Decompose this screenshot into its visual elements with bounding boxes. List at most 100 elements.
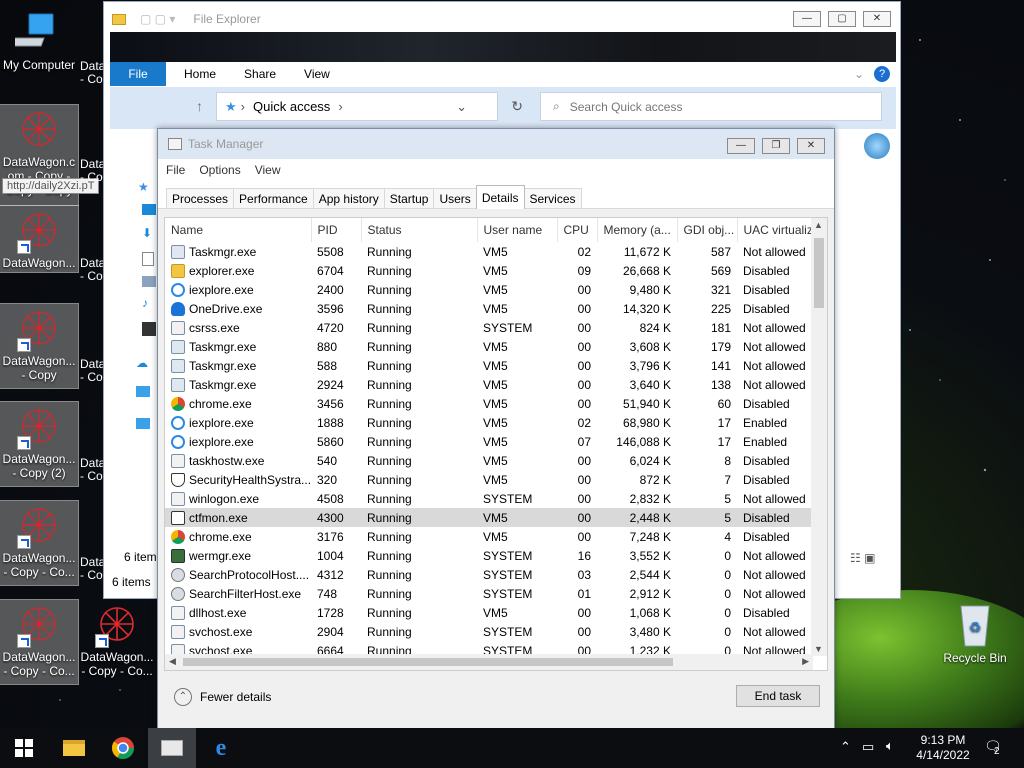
taskbar-file-explorer[interactable] xyxy=(50,728,98,768)
tab-services[interactable]: Services xyxy=(523,188,582,208)
table-row[interactable]: OneDrive.exe 3596 Running VM5 00 14,320 K 225 D… xyxy=(165,299,813,318)
table-row[interactable]: Taskmgr.exe 5508 Running VM5 02 11,672 K 587 No… xyxy=(165,242,813,261)
tab-startup[interactable]: Startup xyxy=(383,188,435,208)
table-row[interactable]: iexplore.exe 5860 Running VM5 07 146,088 K 17 E… xyxy=(165,432,813,451)
desktop-folder-icon[interactable] xyxy=(142,204,156,215)
tab-processes[interactable]: Processes xyxy=(166,188,235,208)
vertical-scrollbar[interactable]: ▲ ▼ xyxy=(811,218,827,656)
fewer-details-toggle[interactable]: ⌃ Fewer details xyxy=(174,688,271,706)
menu-options[interactable]: Options xyxy=(199,163,240,177)
desktop-icon-datawagon-copy-co-3[interactable]: DataWagon... - Copy - Co... xyxy=(78,600,156,684)
scroll-down-icon[interactable]: ▼ xyxy=(814,644,823,654)
menu-view[interactable]: View xyxy=(255,163,281,177)
table-row[interactable]: Taskmgr.exe 2924 Running VM5 00 3,640 K 138 Not… xyxy=(165,375,813,394)
tab-users[interactable]: Users xyxy=(433,188,477,208)
column-header-status[interactable]: Status xyxy=(361,218,478,242)
taskbar-internet-explorer[interactable]: e xyxy=(197,728,245,768)
search-quick-access-input[interactable]: ⌕ Search Quick access xyxy=(540,92,882,121)
ribbon-expand-chevron-icon[interactable]: ⌄ xyxy=(854,67,864,81)
taskbar-chrome[interactable] xyxy=(99,728,147,768)
table-row[interactable]: winlogon.exe 4508 Running SYSTEM 00 2,832 K 5N… xyxy=(165,489,813,508)
column-header-pid[interactable]: PID xyxy=(311,218,362,242)
desktop-icon-datawagon[interactable]: DataWagon... xyxy=(0,205,79,273)
show-hidden-icons-chevron-icon[interactable]: ⌃ xyxy=(840,739,851,755)
table-row[interactable]: chrome.exe 3456 Running VM5 00 51,940 K 60 Disa… xyxy=(165,394,813,413)
desktop-icon-datawagon-copy[interactable]: DataWagon... - Copy xyxy=(0,303,79,389)
address-bar[interactable]: ★ › Quick access › ⌄ ↻ xyxy=(216,92,523,121)
column-header-user-name[interactable]: User name xyxy=(477,218,558,242)
close-button[interactable]: ✕ xyxy=(797,138,825,154)
view-toggle-icon[interactable]: ☷ ▣ xyxy=(850,551,875,565)
desktop-icon-datawagon-copy-2[interactable]: DataWagon... - Copy (2) xyxy=(0,401,79,487)
globe-icon[interactable] xyxy=(864,133,890,159)
table-row[interactable]: chrome.exe 3176 Running VM5 00 7,248 K 4 Disabl… xyxy=(165,527,813,546)
tab-details[interactable]: Details xyxy=(475,185,525,209)
table-row[interactable]: explorer.exe 6704 Running VM5 09 26,668 K 569 D… xyxy=(165,261,813,280)
network-icon[interactable]: ▭ xyxy=(862,739,874,755)
restore-button[interactable]: ❐ xyxy=(762,138,790,154)
table-row[interactable]: ctfmon.exe 4300 Running VM5 00 2,448 K 5 Disabl… xyxy=(165,508,813,527)
start-button[interactable] xyxy=(0,728,48,768)
task-manager-window[interactable]: Task Manager — ❐ ✕ File Options View Pro… xyxy=(157,128,835,731)
desktop-icon-my-computer[interactable]: My Computer xyxy=(0,8,78,72)
documents-icon[interactable] xyxy=(142,252,154,266)
end-task-button[interactable]: End task xyxy=(736,685,820,707)
tab-performance[interactable]: Performance xyxy=(233,188,314,208)
column-header-memory[interactable]: Memory (a... xyxy=(597,218,678,242)
tab-share[interactable]: Share xyxy=(244,67,276,81)
horizontal-scroll-thumb[interactable] xyxy=(183,658,673,666)
up-arrow-icon[interactable]: ↑ xyxy=(196,98,203,114)
desktop-icon-recycle-bin[interactable]: ♻ Recycle Bin xyxy=(940,600,1010,665)
videos-icon[interactable] xyxy=(142,322,156,336)
onedrive-icon[interactable]: ☁ xyxy=(136,356,148,370)
horizontal-scrollbar[interactable]: ◀ ▶ xyxy=(165,654,813,670)
notifications-button[interactable]: 🗨︎ 2 xyxy=(984,738,1002,757)
scroll-up-icon[interactable]: ▲ xyxy=(814,220,823,230)
taskbar-task-manager[interactable] xyxy=(148,728,196,768)
table-row[interactable]: wermgr.exe 1004 Running SYSTEM 16 3,552 K 0 Not… xyxy=(165,546,813,565)
details-table-container[interactable]: Name PID Status User name CPU Memory (a.… xyxy=(164,217,828,671)
desktop-icon-datawagon-copy-co-1[interactable]: DataWagon... - Copy - Co... xyxy=(0,500,79,586)
tab-app-history[interactable]: App history xyxy=(312,188,385,208)
column-header-name[interactable]: Name xyxy=(165,218,312,242)
network-icon[interactable] xyxy=(136,418,150,429)
table-row[interactable]: Taskmgr.exe 880 Running VM5 00 3,608 K 179 Not … xyxy=(165,337,813,356)
menu-file[interactable]: File xyxy=(166,163,185,177)
scroll-right-icon[interactable]: ▶ xyxy=(802,656,809,667)
table-row[interactable]: iexplore.exe 2400 Running VM5 00 9,480 K 321 Di… xyxy=(165,280,813,299)
music-icon[interactable]: ♪ xyxy=(142,296,148,310)
tab-view[interactable]: View xyxy=(304,67,330,81)
table-row[interactable]: csrss.exe 4720 Running SYSTEM 00 824 K 181 Not … xyxy=(165,318,813,337)
table-row[interactable]: iexplore.exe 1888 Running VM5 02 68,980 K 17 En… xyxy=(165,413,813,432)
refresh-icon[interactable]: ↻ xyxy=(511,98,523,115)
desktop-icon-datawagon-copy-co-2[interactable]: DataWagon... - Copy - Co... xyxy=(0,599,79,685)
scroll-left-icon[interactable]: ◀ xyxy=(169,656,176,667)
downloads-icon[interactable]: ⬇ xyxy=(142,226,152,240)
this-pc-icon[interactable] xyxy=(136,386,150,397)
taskbar-clock[interactable]: 9:13 PM 4/14/2022 xyxy=(898,733,988,763)
file-explorer-titlebar[interactable]: ▢ ▢ ▾ File Explorer xyxy=(104,2,900,36)
minimize-button[interactable]: — xyxy=(793,11,821,27)
table-row[interactable]: SearchFilterHost.exe 748 Running SYSTEM 01 2,… xyxy=(165,584,813,603)
pictures-icon[interactable] xyxy=(142,276,156,287)
address-dropdown-icon[interactable]: ⌄ xyxy=(456,99,467,115)
vertical-scroll-thumb[interactable] xyxy=(814,238,824,308)
help-icon[interactable]: ? xyxy=(874,66,890,82)
star-icon[interactable]: ★ xyxy=(138,180,149,194)
column-header-gdi-objects[interactable]: GDI obj... xyxy=(677,218,738,242)
table-row[interactable]: svchost.exe 2904 Running SYSTEM 00 3,480 K 0 No… xyxy=(165,622,813,641)
tab-home[interactable]: Home xyxy=(184,67,216,81)
tab-file[interactable]: File xyxy=(110,62,166,86)
close-button[interactable]: ✕ xyxy=(863,11,891,27)
table-row[interactable]: taskhostw.exe 540 Running VM5 00 6,024 K 8 Disa… xyxy=(165,451,813,470)
table-row[interactable]: dllhost.exe 1728 Running VM5 00 1,068 K 0 Disab… xyxy=(165,603,813,622)
table-row[interactable]: SecurityHealthSystra... 320 Running VM5 00 87… xyxy=(165,470,813,489)
table-row[interactable]: SearchProtocolHost.... 4312 Running SYSTEM 0… xyxy=(165,565,813,584)
table-row[interactable]: Taskmgr.exe 588 Running VM5 00 3,796 K 141 Not … xyxy=(165,356,813,375)
column-header-cpu[interactable]: CPU xyxy=(557,218,598,242)
maximize-button[interactable]: ▢ xyxy=(828,11,856,27)
minimize-button[interactable]: — xyxy=(727,138,755,154)
quick-access-toolbar[interactable]: ▢ ▢ ▾ xyxy=(140,12,175,26)
column-header-uac-virtualization[interactable]: UAC virtualiz... xyxy=(737,218,814,242)
volume-icon[interactable]: 🔈︎ xyxy=(886,738,894,754)
